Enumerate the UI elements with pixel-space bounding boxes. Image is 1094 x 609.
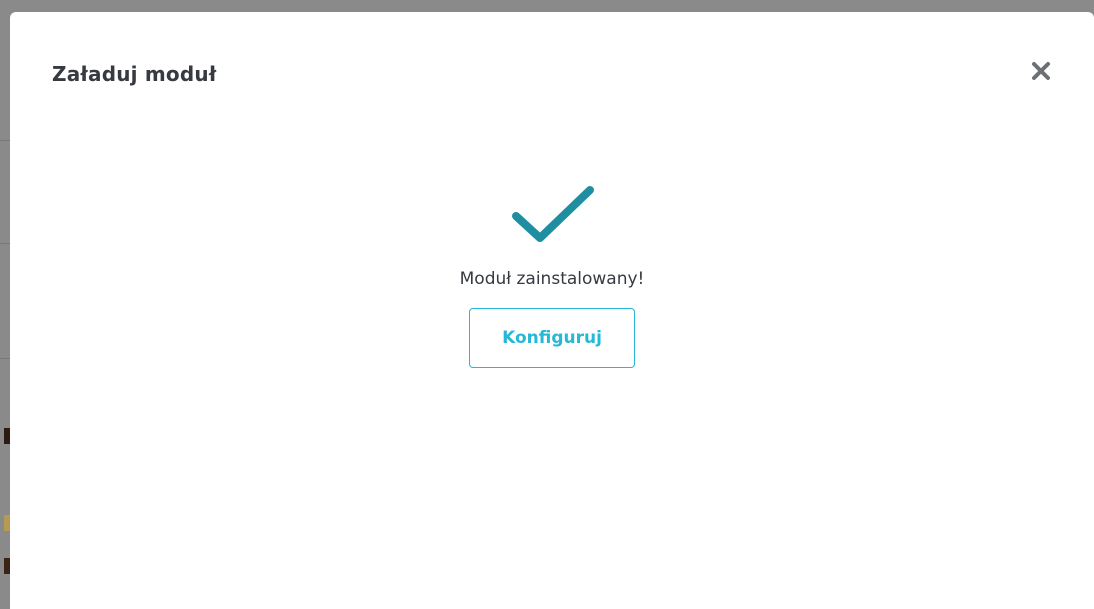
configure-button[interactable]: Konfiguruj: [469, 308, 635, 368]
checkmark-icon: [512, 186, 594, 242]
close-button[interactable]: [1026, 56, 1056, 86]
modal-title: Załaduj moduł: [52, 62, 217, 86]
backdrop-divider: [0, 358, 10, 359]
success-message: Moduł zainstalowany!: [459, 269, 645, 289]
upload-module-modal: Załaduj moduł Moduł zainstalowany! Konfi…: [10, 12, 1094, 609]
modal-body: Moduł zainstalowany! Konfiguruj: [10, 182, 1094, 368]
backdrop-divider: [0, 140, 10, 141]
close-icon[interactable]: [1030, 60, 1052, 82]
backdrop-divider: [0, 243, 10, 244]
